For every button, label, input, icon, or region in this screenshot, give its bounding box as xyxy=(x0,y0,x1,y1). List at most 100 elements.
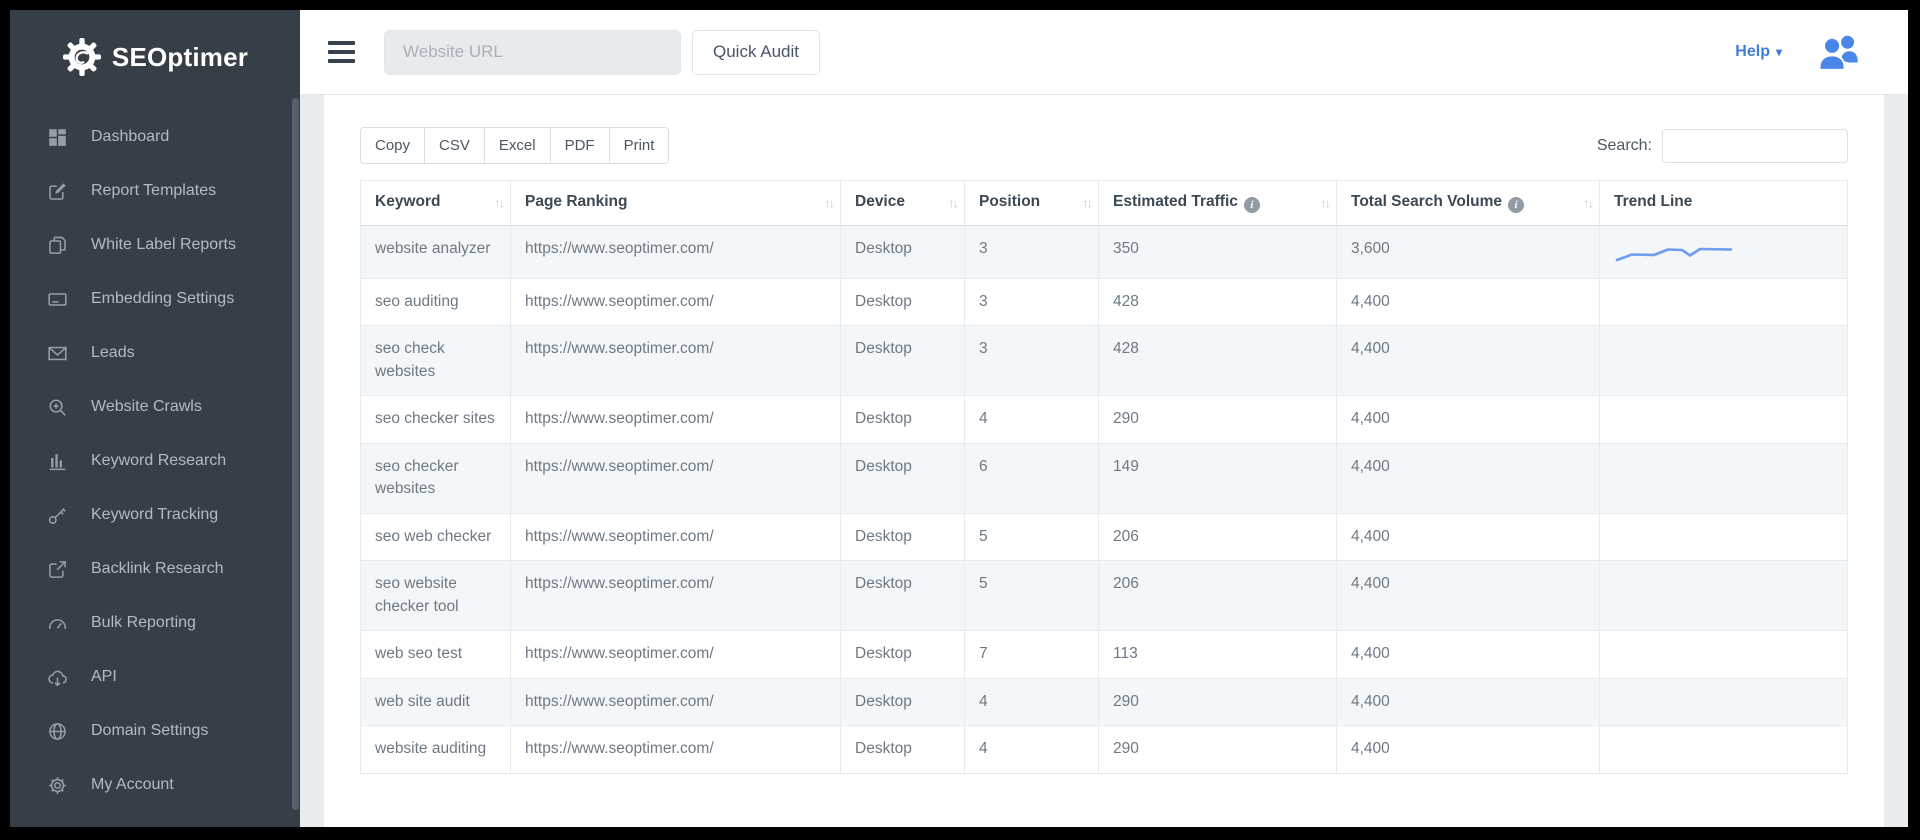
cell-position: 3 xyxy=(965,326,1099,396)
sidebar-item-label: Leads xyxy=(91,344,135,362)
cell-trend-line xyxy=(1600,513,1848,560)
sort-icon[interactable]: ↑↓ xyxy=(1583,196,1592,211)
cell-trend-line xyxy=(1600,726,1848,773)
cell-position: 3 xyxy=(965,279,1099,326)
brand-name: SEOptimer xyxy=(112,42,248,73)
sidebar-item-label: Bulk Reporting xyxy=(91,614,196,632)
column-header-device[interactable]: Device ↑↓ xyxy=(841,181,965,226)
cell-position: 6 xyxy=(965,443,1099,513)
sidebar-item-leads[interactable]: Leads xyxy=(10,326,300,380)
cell-page-ranking: https://www.seoptimer.com/ xyxy=(511,443,841,513)
cell-keyword: website auditing xyxy=(361,726,511,773)
domain-settings-icon xyxy=(48,722,67,741)
cell-position: 7 xyxy=(965,631,1099,678)
cell-keyword: seo checker sites xyxy=(361,396,511,443)
cell-device: Desktop xyxy=(841,443,965,513)
brand[interactable]: SEOptimer xyxy=(10,10,300,98)
cell-position: 4 xyxy=(965,678,1099,725)
sidebar-item-backlink-research[interactable]: Backlink Research xyxy=(10,542,300,596)
export-csv-button[interactable]: CSV xyxy=(424,127,485,164)
info-icon[interactable]: i xyxy=(1508,197,1524,213)
keyword-table: Keyword ↑↓ Page Ranking ↑↓ Device ↑↓ Pos… xyxy=(360,180,1848,774)
column-header-trend-line[interactable]: Trend Line xyxy=(1600,181,1848,226)
column-header-page-ranking[interactable]: Page Ranking ↑↓ xyxy=(511,181,841,226)
sort-icon[interactable]: ↑↓ xyxy=(948,196,957,211)
quick-audit-button[interactable]: Quick Audit xyxy=(692,30,820,75)
sidebar-item-domain-settings[interactable]: Domain Settings xyxy=(10,704,300,758)
website-url-input[interactable] xyxy=(384,30,681,75)
sort-icon[interactable]: ↑↓ xyxy=(1082,196,1091,211)
content-area: CopyCSVExcelPDFPrint Search: Keyword ↑↓ … xyxy=(300,95,1908,827)
column-header-keyword[interactable]: Keyword ↑↓ xyxy=(361,181,511,226)
sidebar-item-label: White Label Reports xyxy=(91,236,236,254)
sort-icon[interactable]: ↑↓ xyxy=(494,196,503,211)
column-header-position[interactable]: Position ↑↓ xyxy=(965,181,1099,226)
table-row[interactable]: seo checker websites https://www.seoptim… xyxy=(361,443,1848,513)
sidebar-scrollbar[interactable] xyxy=(292,98,299,810)
sidebar-item-report-templates[interactable]: Report Templates xyxy=(10,164,300,218)
sidebar-item-api[interactable]: API xyxy=(10,650,300,704)
cell-total-search-volume: 4,400 xyxy=(1337,561,1600,631)
cell-estimated-traffic: 290 xyxy=(1099,678,1337,725)
cell-estimated-traffic: 428 xyxy=(1099,326,1337,396)
sidebar-item-website-crawls[interactable]: Website Crawls xyxy=(10,380,300,434)
export-pdf-button[interactable]: PDF xyxy=(550,127,610,164)
keyword-tracking-icon xyxy=(48,506,67,525)
sidebar-item-label: API xyxy=(91,668,117,686)
sidebar-item-keyword-research[interactable]: Keyword Research xyxy=(10,434,300,488)
cell-keyword: website analyzer xyxy=(361,226,511,279)
report-templates-icon xyxy=(48,182,67,201)
sidebar-item-label: Website Crawls xyxy=(91,398,202,416)
table-row[interactable]: seo web checker https://www.seoptimer.co… xyxy=(361,513,1848,560)
sort-icon[interactable]: ↑↓ xyxy=(824,196,833,211)
table-row[interactable]: website analyzer https://www.seoptimer.c… xyxy=(361,226,1848,279)
table-row[interactable]: seo check websites https://www.seoptimer… xyxy=(361,326,1848,396)
sidebar-nav: Dashboard Report Templates White Label R… xyxy=(10,110,300,812)
cell-trend-line xyxy=(1600,631,1848,678)
account-menu[interactable] xyxy=(1818,34,1862,70)
embedding-settings-icon xyxy=(48,290,67,309)
cell-device: Desktop xyxy=(841,326,965,396)
cell-trend-line xyxy=(1600,443,1848,513)
column-header-total-search-volume[interactable]: Total Search Volume i ↑↓ xyxy=(1337,181,1600,226)
app-window: SEOptimer Dashboard Report Templates Whi… xyxy=(10,10,1908,827)
export-button-group: CopyCSVExcelPDFPrint xyxy=(360,127,669,164)
cell-page-ranking: https://www.seoptimer.com/ xyxy=(511,561,841,631)
cell-total-search-volume: 3,600 xyxy=(1337,226,1600,279)
sidebar-item-bulk-reporting[interactable]: Bulk Reporting xyxy=(10,596,300,650)
sort-icon[interactable]: ↑↓ xyxy=(1320,196,1329,211)
table-row[interactable]: website auditing https://www.seoptimer.c… xyxy=(361,726,1848,773)
export-excel-button[interactable]: Excel xyxy=(484,127,551,164)
info-icon[interactable]: i xyxy=(1244,197,1260,213)
table-row[interactable]: seo auditing https://www.seoptimer.com/ … xyxy=(361,279,1848,326)
cell-page-ranking: https://www.seoptimer.com/ xyxy=(511,678,841,725)
column-header-label: Total Search Volume xyxy=(1351,193,1502,210)
cell-device: Desktop xyxy=(841,561,965,631)
sidebar-item-embedding-settings[interactable]: Embedding Settings xyxy=(10,272,300,326)
cell-page-ranking: https://www.seoptimer.com/ xyxy=(511,513,841,560)
sidebar-item-keyword-tracking[interactable]: Keyword Tracking xyxy=(10,488,300,542)
search-input[interactable] xyxy=(1662,129,1848,163)
cell-page-ranking: https://www.seoptimer.com/ xyxy=(511,726,841,773)
keyword-table-body: website analyzer https://www.seoptimer.c… xyxy=(361,226,1848,774)
table-row[interactable]: seo website checker tool https://www.seo… xyxy=(361,561,1848,631)
export-copy-button[interactable]: Copy xyxy=(360,127,425,164)
sidebar: SEOptimer Dashboard Report Templates Whi… xyxy=(10,10,300,827)
table-toolbar: CopyCSVExcelPDFPrint Search: xyxy=(360,127,1848,164)
help-menu[interactable]: Help ▾ xyxy=(1735,43,1782,61)
table-row[interactable]: web site audit https://www.seoptimer.com… xyxy=(361,678,1848,725)
white-label-reports-icon xyxy=(48,236,67,255)
trend-sparkline xyxy=(1614,242,1734,266)
sidebar-item-dashboard[interactable]: Dashboard xyxy=(10,110,300,164)
column-header-estimated-traffic[interactable]: Estimated Traffic i ↑↓ xyxy=(1099,181,1337,226)
sidebar-item-my-account[interactable]: My Account xyxy=(10,758,300,812)
export-print-button[interactable]: Print xyxy=(609,127,670,164)
table-search: Search: xyxy=(1597,129,1848,163)
cell-keyword: seo website checker tool xyxy=(361,561,511,631)
table-row[interactable]: seo checker sites https://www.seoptimer.… xyxy=(361,396,1848,443)
table-header-row: Keyword ↑↓ Page Ranking ↑↓ Device ↑↓ Pos… xyxy=(361,181,1848,226)
sidebar-item-white-label-reports[interactable]: White Label Reports xyxy=(10,218,300,272)
table-row[interactable]: web seo test https://www.seoptimer.com/ … xyxy=(361,631,1848,678)
column-header-label: Estimated Traffic xyxy=(1113,193,1238,210)
menu-icon[interactable] xyxy=(328,41,355,63)
